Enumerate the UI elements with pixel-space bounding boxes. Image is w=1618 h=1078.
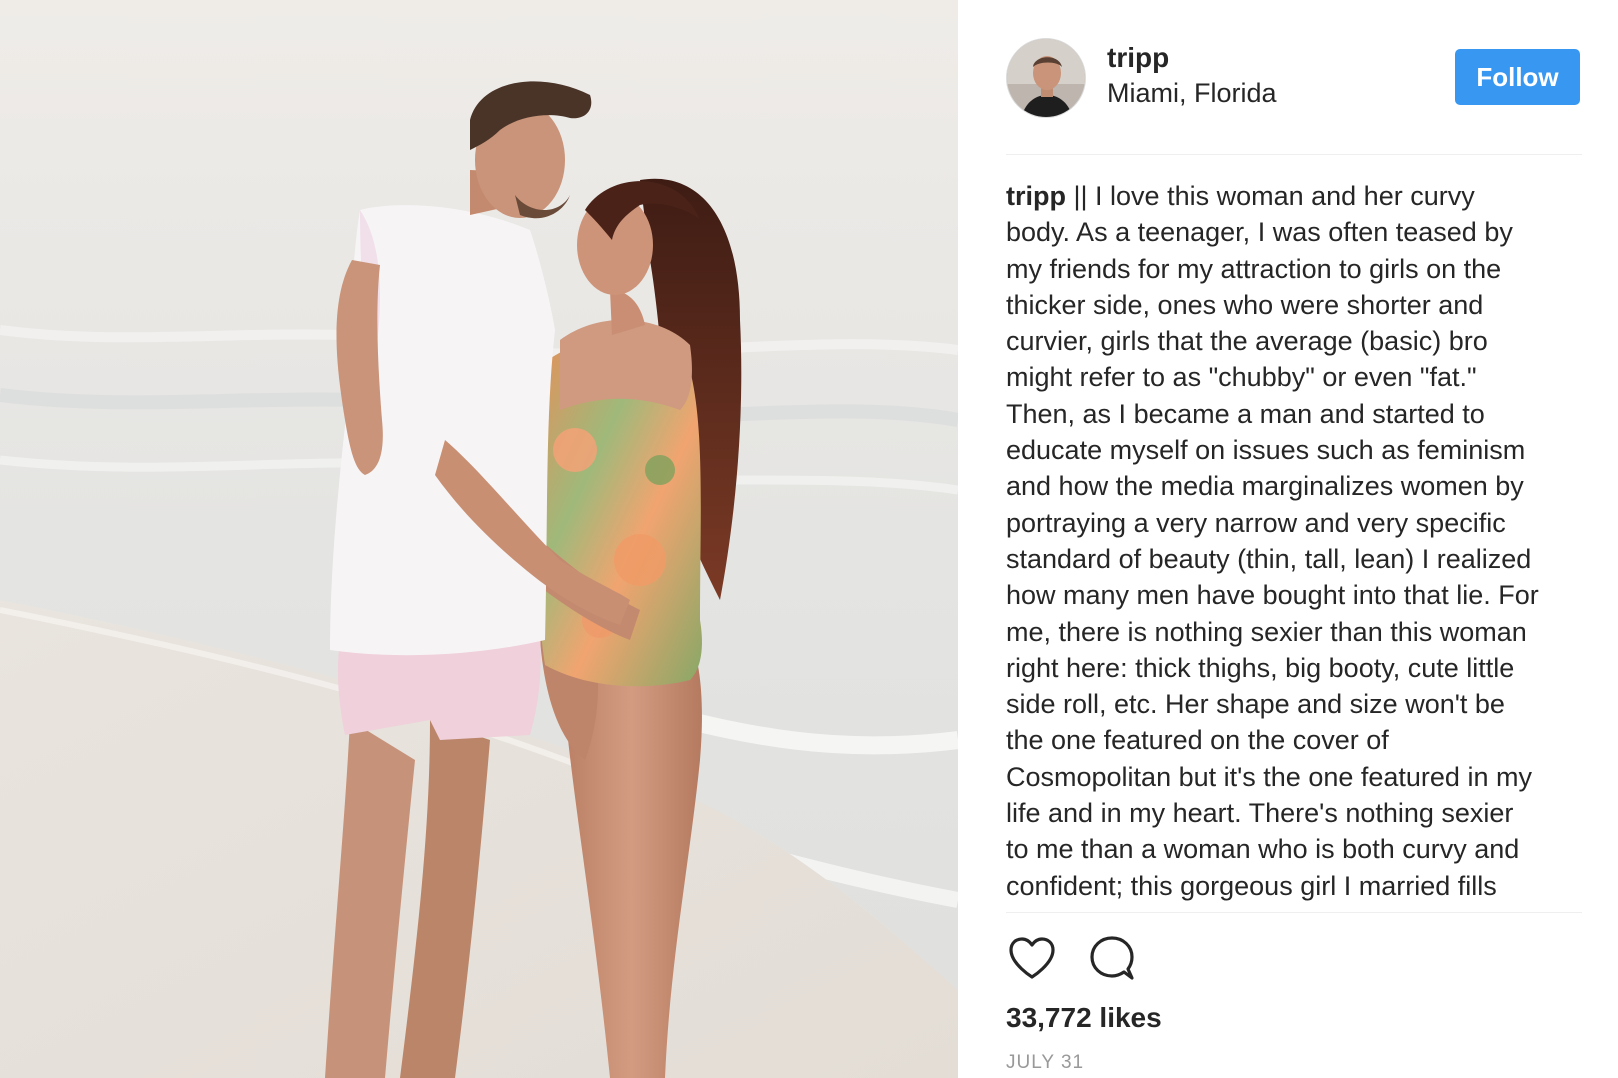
caption-line: my friends for my attraction to girls on… bbox=[1006, 253, 1502, 284]
caption-line: body. As a teenager, I was often teased … bbox=[1006, 217, 1513, 248]
post-header: tripp Miami, Florida Follow bbox=[1006, 36, 1582, 120]
caption-line: portraying a very narrow and very specif… bbox=[1006, 507, 1506, 538]
caption-line: tripp || I love this woman and her curvy bbox=[1006, 178, 1588, 214]
caption-line: Then, as I became a man and started to bbox=[1006, 398, 1485, 429]
caption-line: how many men have bought into that lie. … bbox=[1006, 580, 1539, 611]
caption-line: life and in my heart. There's nothing se… bbox=[1006, 798, 1514, 829]
like-button[interactable] bbox=[1006, 932, 1058, 984]
avatar[interactable] bbox=[1006, 38, 1086, 118]
caption-line: side roll, etc. Her shape and size won't… bbox=[1006, 689, 1505, 720]
caption-line: and how the media marginalizes women by bbox=[1006, 471, 1524, 502]
caption-username[interactable]: tripp bbox=[1006, 181, 1066, 211]
post-side-panel: tripp Miami, Florida Follow tripp || I l… bbox=[958, 0, 1618, 1078]
caption-line: educate myself on issues such as feminis… bbox=[1006, 435, 1526, 466]
beach-couple-illustration bbox=[0, 0, 958, 1078]
caption-line: me, there is nothing sexier than this wo… bbox=[1006, 616, 1527, 647]
caption-line: Cosmopolitan but it's the one featured i… bbox=[1006, 761, 1532, 792]
caption-line: to me than a woman who is both curvy and bbox=[1006, 834, 1520, 865]
heart-icon bbox=[1009, 937, 1055, 979]
caption-line: thicker side, ones who were shorter and bbox=[1006, 289, 1484, 320]
comment-icon bbox=[1090, 936, 1134, 980]
action-bar bbox=[1006, 932, 1206, 984]
post-photo[interactable] bbox=[0, 0, 958, 1078]
header-divider bbox=[1006, 154, 1582, 155]
instagram-post: tripp Miami, Florida Follow tripp || I l… bbox=[0, 0, 1618, 1078]
caption-line: curvier, girls that the average (basic) … bbox=[1006, 326, 1488, 357]
likes-count[interactable]: 33,772 likes bbox=[1006, 1002, 1162, 1034]
caption-line: might refer to as "chubby" or even "fat.… bbox=[1006, 362, 1477, 393]
caption-text: || I love this woman and her curvy bbox=[1066, 181, 1475, 211]
caption: tripp || I love this woman and her curvy… bbox=[1006, 178, 1588, 910]
caption-divider bbox=[1006, 912, 1582, 913]
caption-line: standard of beauty (thin, tall, lean) I … bbox=[1006, 543, 1532, 574]
header-username[interactable]: tripp bbox=[1107, 42, 1169, 74]
avatar-image bbox=[1007, 39, 1085, 117]
caption-line: right here: thick thighs, big booty, cut… bbox=[1006, 652, 1515, 683]
caption-line: confident; this gorgeous girl I married … bbox=[1006, 870, 1497, 901]
comment-button[interactable] bbox=[1086, 932, 1138, 984]
follow-button[interactable]: Follow bbox=[1455, 49, 1580, 105]
header-location[interactable]: Miami, Florida bbox=[1107, 78, 1277, 109]
post-date: JULY 31 bbox=[1006, 1052, 1085, 1073]
caption-line: the one featured on the cover of bbox=[1006, 725, 1389, 756]
